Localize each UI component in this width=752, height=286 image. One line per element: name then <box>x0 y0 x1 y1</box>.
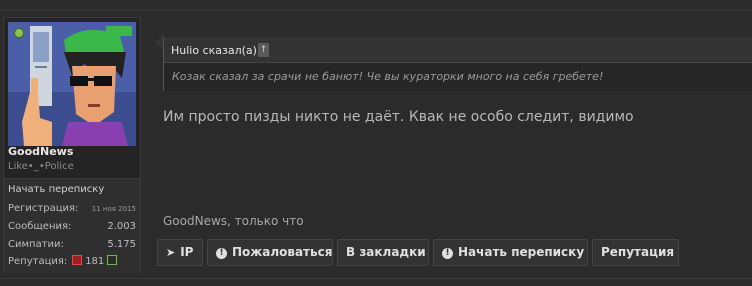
quote-header: Hulio сказал(а): ↑ <box>164 37 752 63</box>
stat-reputation: Репутация: 181 <box>8 255 136 267</box>
location-arrow-icon: ➤ <box>166 246 176 259</box>
stat-likes: Симпатии: 5.175 <box>8 239 136 250</box>
username[interactable]: GoodNews <box>8 145 73 158</box>
avatar-image <box>8 22 136 146</box>
reputation-button-label: Репутация <box>601 245 675 259</box>
stat-value: 5.175 <box>107 239 136 250</box>
user-card: GoodNews Like•_•Police Начать переписку … <box>3 17 141 273</box>
stat-label: Регистрация: <box>8 203 79 214</box>
arrow-up-icon[interactable]: ↑ <box>258 43 269 57</box>
ip-button-label: IP <box>180 245 194 259</box>
stat-label: Репутация: <box>8 256 68 267</box>
quote-text: Козак сказал за срачи не банют! Че вы ку… <box>172 70 604 83</box>
stat-messages: Сообщения: 2.003 <box>8 221 136 232</box>
user-stats: Начать переписку Регистрация: 11 ноя 201… <box>4 178 140 273</box>
quote-block: Hulio сказал(а): ↑ Козак сказал за срачи… <box>163 37 752 91</box>
stat-label: Сообщения: <box>8 221 72 232</box>
reputation-plus-button[interactable] <box>107 255 118 265</box>
top-divider <box>0 10 752 11</box>
stat-value: 2.003 <box>107 221 136 232</box>
user-title: Like•_•Police <box>8 161 74 172</box>
bookmark-button-label: В закладки <box>346 245 426 259</box>
ip-button[interactable]: ➤ IP <box>157 239 203 266</box>
start-conversation-button[interactable]: ! Начать переписку <box>433 239 588 266</box>
reputation-minus-button[interactable] <box>72 255 82 265</box>
reputation-button[interactable]: Репутация <box>592 239 679 266</box>
report-button[interactable]: ! Пожаловаться <box>207 239 333 266</box>
message-meta[interactable]: GoodNews, только что <box>163 214 304 228</box>
bottom-divider <box>0 278 752 279</box>
online-status-indicator <box>14 28 24 38</box>
reputation-value: 181 <box>85 256 105 267</box>
bookmark-button[interactable]: В закладки <box>337 239 429 266</box>
avatar[interactable] <box>8 22 136 146</box>
exclamation-icon: ! <box>442 248 453 259</box>
stat-label: Симпатии: <box>8 239 64 250</box>
stat-registration: Регистрация: 11 ноя 2015 <box>8 203 136 214</box>
start-conversation-button-label: Начать переписку <box>458 245 585 259</box>
quote-author: Hulio сказал(а): <box>171 44 261 57</box>
exclamation-icon: ! <box>216 248 227 259</box>
stat-value: 11 ноя 2015 <box>91 205 136 213</box>
message-text: Им просто пизды никто не даёт. Квак не о… <box>163 109 634 125</box>
start-conversation-link[interactable]: Начать переписку <box>8 184 104 195</box>
report-button-label: Пожаловаться <box>232 245 333 259</box>
